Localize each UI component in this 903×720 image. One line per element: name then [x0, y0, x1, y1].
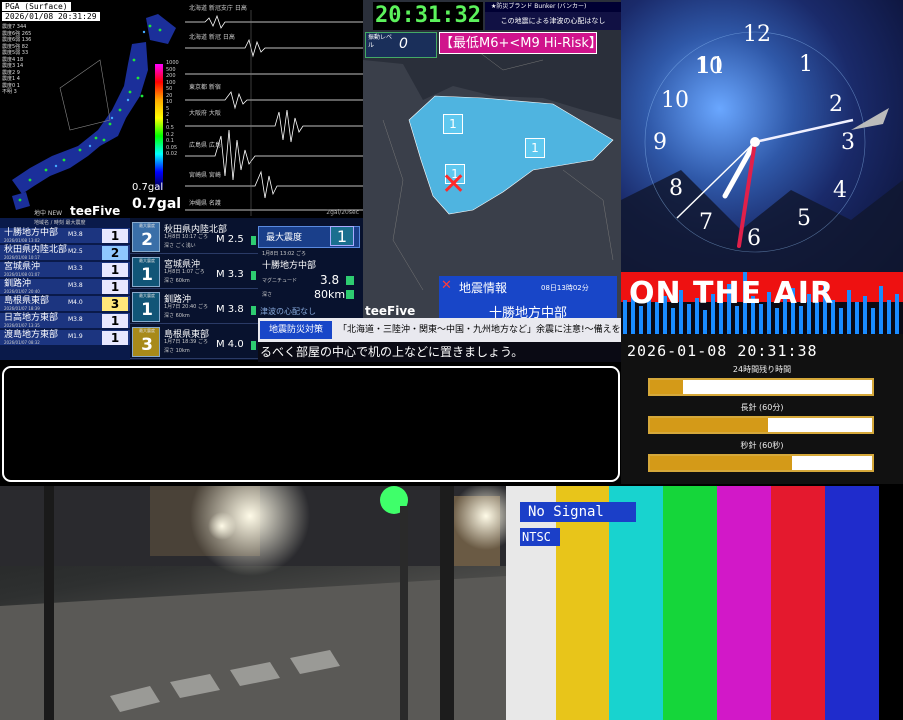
station-label: 宮崎県 宮崎 — [189, 172, 221, 179]
depth-label: 深さ — [262, 292, 273, 298]
epicenter-x-icon: ✕ — [441, 167, 467, 202]
max-intensity-label: 最大震度 — [266, 233, 303, 243]
waveform-unit: 2gal/20sec — [326, 209, 359, 216]
station-label: 広島県 広島 — [189, 142, 221, 149]
clock-number: 3 — [841, 130, 855, 155]
station-label: 沖縄県 名護 — [189, 200, 221, 207]
eew-brand-logo: teeFive — [365, 304, 416, 318]
clock-number: 11 — [697, 54, 725, 79]
pga-brand-logo: teeFive — [70, 204, 121, 218]
pga-gal-value: 0.7gal — [132, 196, 182, 212]
scrolling-text: るべく部屋の中心で机の上などに置きましょう。 — [258, 342, 621, 362]
ntsc-label: NTSC — [520, 528, 560, 546]
color-bar — [879, 486, 903, 720]
magnitude-label: マグニチュード — [262, 278, 298, 284]
pga-scale-labels: 1000 500 200 100 50 20 10 5 2 1 0.5 0.2 0.1 0.05 0… — [166, 60, 179, 157]
clock-number: 5 — [797, 206, 811, 231]
station-label: 大阪府 大阪 — [189, 110, 221, 117]
second-progress-fill — [650, 456, 793, 470]
list-item[interactable]: 十勝地方中部 2026/01/08 13:02 M3.8 1 — [0, 228, 130, 244]
max-intensity-value: 1 — [330, 226, 354, 246]
intensity-list-panel: 地域名 / 時刻 最大震度 十勝地方中部 2026/01/08 13:02 M3.… — [0, 218, 130, 360]
time-progress-panel: 2026-01-08 20:31:38 24時間残り時間 長針 (60分) 秒針… — [621, 334, 903, 484]
analog-clock-panel: 10 12 1 2 3 4 5 6 7 8 9 10 11 — [621, 0, 903, 272]
list-item[interactable]: 宮城県沖 2026/01/08 01:07 M3.3 1 — [0, 262, 130, 278]
eew-map-panel: 1 1 1 ✕ 20:31:32 ★防災ブランド Bunker (バンカー) こ… — [363, 0, 621, 342]
station-label: 東京都 新宿 — [189, 84, 221, 91]
second-progress-bar — [648, 454, 874, 472]
max-intensity-date: 1月8日 13:02 ごろ — [262, 251, 306, 257]
street-scene — [0, 486, 506, 720]
pga-gal-label: 0.7gal — [132, 182, 164, 193]
shake-level-value: 0 — [399, 36, 408, 52]
remaining-label: 24時間残り時間 — [732, 365, 792, 374]
list-item[interactable]: 最大震度 1 釧路沖 1月7日 20:40 ごろ 深さ 60km M 3.8 — [130, 290, 258, 324]
clock-number: 4 — [833, 178, 847, 203]
clock-number: 1 — [799, 52, 813, 77]
list-item[interactable]: 日高地方東部 2026/01/07 13:35 M3.8 1 — [0, 313, 130, 329]
max-intensity-area: 十勝地方中部 — [262, 261, 317, 271]
eew-clock: 20:31:32 — [373, 2, 483, 30]
list-item[interactable]: 島根県東部 2026/01/07 18:39 M4.0 3 — [0, 296, 130, 312]
list-item[interactable]: 秋田県内陸北部 2026/01/08 10:17 M2.5 2 — [0, 245, 130, 261]
color-bar — [663, 486, 717, 720]
bunker-banner: ★防災ブランド Bunker (バンカー) — [485, 2, 621, 12]
pga-map-panel: PGA (Surface) 2026/01/08 20:31:29 震度7 34… — [0, 0, 185, 218]
quake-info-time: 08日13時02分 — [541, 284, 589, 292]
list-item[interactable]: 釧路沖 2026/01/07 20:40 M3.8 1 — [0, 279, 130, 295]
magnitude-value: 3.8 — [320, 273, 340, 287]
quake-x-icon: ✕ — [441, 278, 452, 293]
on-air-text: ON THE AIR — [629, 276, 835, 311]
color-bar — [771, 486, 825, 720]
clock-number: 12 — [743, 22, 771, 47]
map-intensity-marker: 1 — [525, 138, 545, 158]
quake-info-title: 地震情報 — [459, 281, 508, 295]
waveform-panel: 北海道 新冠支庁 日高 北海道 新冠 日高 東京都 新宿 大阪府 大阪 広島県 … — [185, 0, 363, 218]
magnitude-indicator — [346, 276, 354, 285]
list-item[interactable]: 渡島地方東部 2026/01/07 08:32 M1.9 1 — [0, 330, 130, 346]
station-label: 北海道 新冠支庁 日高 — [189, 5, 247, 12]
no-signal-test-card: No Signal NTSC — [506, 486, 903, 720]
on-air-datetime: 2026-01-08 20:31:38 — [627, 342, 818, 360]
alert-ticker: 地震防災対策 「北海道・三陸沖・関東〜中国・九州地方など」余震に注意!〜備えを〜 — [258, 318, 621, 342]
pga-color-scale — [155, 64, 163, 190]
intensity-list-header: 地域名 / 時刻 最大震度 — [34, 220, 86, 226]
clock-number: 9 — [653, 130, 667, 155]
on-air-panel: ON THE AIR — [621, 272, 903, 334]
depth-indicator — [346, 290, 354, 299]
long-hand-label: 長針 (60分) — [740, 403, 784, 412]
second-hand-label: 秒針 (60秒) — [740, 441, 784, 450]
caption-box — [2, 366, 620, 482]
pga-footer: 地中 NEW — [34, 210, 63, 217]
clock-number: 2 — [829, 92, 843, 117]
day-progress-fill — [650, 380, 684, 394]
station-label: 北海道 新冠 日高 — [189, 34, 235, 41]
list-item[interactable]: 最大震度 2 秋田県内陸北部 1月8日 10:17 ごろ 深さ ごく浅い M 2.5 — [130, 220, 258, 254]
clock-number: 7 — [699, 210, 713, 235]
ticker-tag: 地震防災対策 — [260, 321, 332, 339]
map-intensity-marker: 1 — [443, 114, 463, 134]
no-signal-label: No Signal — [520, 502, 636, 522]
color-bar — [825, 486, 879, 720]
clock-number: 10 — [661, 88, 689, 113]
minute-progress-fill — [650, 418, 768, 432]
list-item[interactable]: 最大震度 3 島根県東部 1月7日 18:39 ごろ 深さ 10km M 4.0 — [130, 325, 258, 359]
max-intensity-panel: 最大震度 1 1月8日 13:02 ごろ 十勝地方中部 マグニチュード 3.8 … — [258, 218, 363, 318]
minute-progress-bar — [648, 416, 874, 434]
list-item[interactable]: 最大震度 1 宮城県沖 1月8日 1:07 ごろ 深さ 60km M 3.3 — [130, 255, 258, 289]
detail-list-panel: 最大震度 2 秋田県内陸北部 1月8日 10:17 ごろ 深さ ごく浅い M 2.5 … — [130, 218, 258, 360]
tsunami-note: この地震による津波の心配はなし — [485, 12, 621, 30]
tsunami-status: 津波の心配なし — [260, 307, 316, 316]
clock-number: 8 — [669, 176, 683, 201]
risk-banner: 【最低M6+<M9 Hi-Risk】 — [439, 32, 602, 54]
ticker-message: 「北海道・三陸沖・関東〜中国・九州地方など」余震に注意!〜備えを〜 — [338, 325, 621, 335]
clock-number: 6 — [747, 226, 761, 251]
street-camera-feed — [0, 486, 506, 720]
shake-level-label: 振動レベル — [368, 34, 393, 49]
day-progress-bar — [648, 378, 874, 396]
depth-value: 80km — [314, 288, 346, 301]
color-bar — [717, 486, 771, 720]
